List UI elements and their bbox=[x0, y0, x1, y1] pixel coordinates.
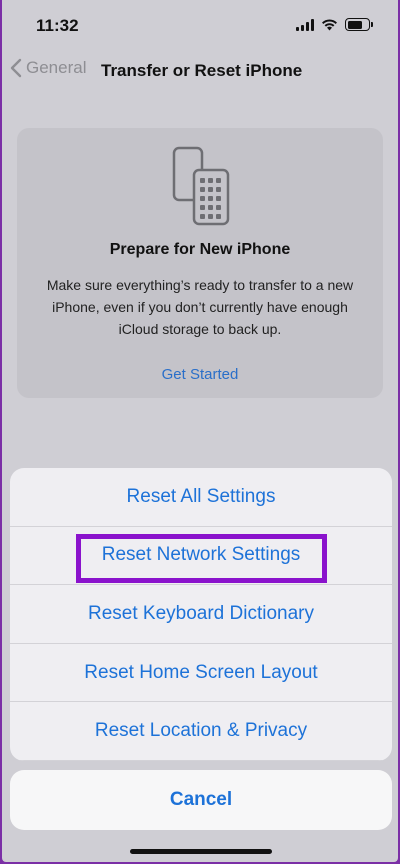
status-bar: 11:32 bbox=[2, 0, 398, 50]
transfer-phones-icon bbox=[172, 146, 230, 226]
reset-home-screen-layout-button[interactable]: Reset Home Screen Layout bbox=[10, 644, 392, 703]
prepare-card: Prepare for New iPhone Make sure everyth… bbox=[17, 128, 383, 398]
battery-icon bbox=[345, 18, 373, 31]
reset-keyboard-dictionary-button[interactable]: Reset Keyboard Dictionary bbox=[10, 585, 392, 644]
card-description: Make sure everything’s ready to transfer… bbox=[46, 277, 354, 337]
chevron-left-icon bbox=[10, 58, 22, 78]
back-button[interactable]: General bbox=[10, 58, 86, 78]
phone-screen: 11:32 General Transfer or Reset iPhone P… bbox=[2, 0, 398, 862]
back-label: General bbox=[26, 58, 87, 77]
navigation-bar: General Transfer or Reset iPhone bbox=[2, 56, 398, 90]
highlight-box bbox=[76, 534, 327, 583]
card-title: Prepare for New iPhone bbox=[109, 241, 291, 258]
get-started-link[interactable]: Get Started bbox=[17, 366, 383, 383]
reset-location-privacy-button[interactable]: Reset Location & Privacy bbox=[10, 702, 392, 761]
status-time: 11:32 bbox=[36, 16, 79, 35]
home-indicator bbox=[130, 849, 272, 854]
reset-all-settings-button[interactable]: Reset All Settings bbox=[10, 468, 392, 527]
reset-action-sheet: Reset All Settings Reset Network Setting… bbox=[10, 468, 392, 761]
status-icons bbox=[296, 18, 373, 31]
cancel-button[interactable]: Cancel bbox=[10, 770, 392, 830]
cellular-signal-icon bbox=[296, 18, 314, 31]
page-title: Transfer or Reset iPhone bbox=[101, 61, 303, 80]
wifi-icon bbox=[322, 19, 337, 31]
